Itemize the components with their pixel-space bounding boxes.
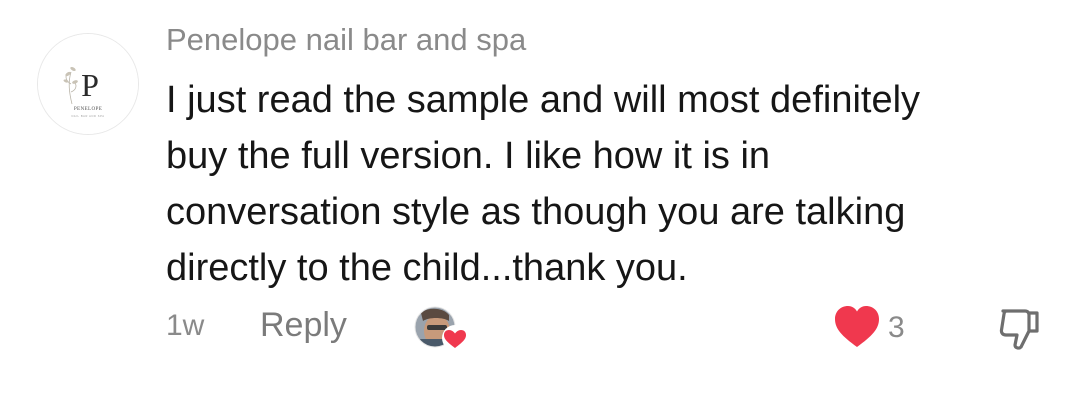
heart-icon — [835, 306, 879, 347]
reply-button[interactable]: Reply — [260, 306, 347, 345]
like-button[interactable]: 3 — [832, 303, 922, 353]
penelope-logo: P PENELOPE NAIL BAR AND SPA — [38, 34, 138, 134]
thumbs-down-icon — [999, 309, 1039, 350]
comment-text: I just read the sample and will most def… — [166, 79, 921, 289]
creator-liked-badge[interactable] — [413, 305, 471, 353]
like-count: 3 — [888, 311, 905, 344]
svg-text:PENELOPE: PENELOPE — [74, 106, 102, 112]
avatar[interactable]: P PENELOPE NAIL BAR AND SPA — [38, 34, 138, 134]
svg-text:NAIL BAR AND SPA: NAIL BAR AND SPA — [71, 114, 104, 118]
comment-author[interactable]: Penelope nail bar and spa — [166, 22, 526, 58]
comment-timestamp: 1w — [166, 309, 205, 342]
svg-text:P: P — [81, 67, 99, 103]
dislike-button[interactable] — [995, 305, 1043, 353]
creator-liked-heart-icon — [414, 306, 468, 351]
